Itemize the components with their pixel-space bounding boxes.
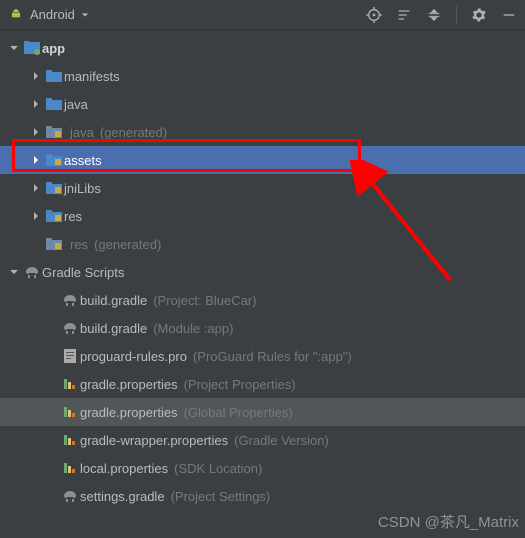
- node-label: build.gradle: [80, 321, 147, 336]
- sort-icon[interactable]: [396, 7, 412, 23]
- node-label: Gradle Scripts: [42, 265, 124, 280]
- properties-icon: [60, 405, 80, 419]
- view-dropdown[interactable]: Android: [8, 7, 89, 22]
- node-suffix: (ProGuard Rules for ":app"): [193, 349, 352, 364]
- minimize-icon[interactable]: [501, 7, 517, 23]
- view-label: Android: [30, 7, 75, 22]
- node-label: assets: [64, 153, 102, 168]
- tree-node-proguard[interactable]: proguard-rules.pro (ProGuard Rules for "…: [0, 342, 525, 370]
- module-icon: [22, 41, 42, 55]
- tree-node-properties[interactable]: gradle-wrapper.properties (Gradle Versio…: [0, 426, 525, 454]
- node-suffix: (Project Properties): [184, 377, 296, 392]
- gradle-icon: [60, 321, 80, 335]
- source-folder-icon: [44, 98, 64, 110]
- assets-folder-icon: [44, 154, 64, 166]
- node-label: manifests: [64, 69, 120, 84]
- node-label: gradle.properties: [80, 377, 178, 392]
- tree-node-gradle-scripts[interactable]: Gradle Scripts: [0, 258, 525, 286]
- node-suffix: (Module :app): [153, 321, 233, 336]
- tree-node-res[interactable]: res: [0, 202, 525, 230]
- node-label: jniLibs: [64, 181, 101, 196]
- gradle-icon: [60, 489, 80, 503]
- tree-node-res-generated[interactable]: res (generated): [0, 230, 525, 258]
- properties-icon: [60, 377, 80, 391]
- node-label: build.gradle: [80, 293, 147, 308]
- android-icon: [8, 8, 24, 22]
- node-label: settings.gradle: [80, 489, 165, 504]
- tree-node-java-generated[interactable]: java (generated): [0, 118, 525, 146]
- tree-node-manifests[interactable]: manifests: [0, 62, 525, 90]
- gradle-icon: [60, 293, 80, 307]
- node-label: gradle-wrapper.properties: [80, 433, 228, 448]
- node-label: app: [42, 41, 65, 56]
- node-suffix: (Project: BlueCar): [153, 293, 256, 308]
- tree-node-app[interactable]: app: [0, 34, 525, 62]
- watermark: CSDN @茶凡_Matrix: [378, 511, 519, 532]
- tree-node-properties[interactable]: gradle.properties (Project Properties): [0, 370, 525, 398]
- res-folder-icon: [44, 210, 64, 222]
- collapse-all-icon[interactable]: [426, 7, 442, 23]
- node-label: gradle.properties: [80, 405, 178, 420]
- node-label: java: [64, 97, 88, 112]
- gradle-icon: [22, 265, 42, 279]
- node-label: java: [70, 125, 94, 140]
- jni-folder-icon: [44, 182, 64, 194]
- node-label: res: [64, 209, 82, 224]
- node-suffix: (SDK Location): [174, 461, 262, 476]
- node-label: res: [70, 237, 88, 252]
- node-suffix: (Gradle Version): [234, 433, 329, 448]
- tree-node-java[interactable]: java: [0, 90, 525, 118]
- node-suffix: (generated): [100, 125, 167, 140]
- properties-icon: [60, 433, 80, 447]
- project-tree: app manifests java java (generated) asse…: [0, 30, 525, 514]
- tree-node-properties[interactable]: local.properties (SDK Location): [0, 454, 525, 482]
- gear-icon[interactable]: [471, 7, 487, 23]
- node-suffix: (Global Properties): [184, 405, 293, 420]
- file-icon: [60, 348, 80, 364]
- folder-icon: [44, 70, 64, 82]
- target-icon[interactable]: [366, 7, 382, 23]
- tree-node-gradle-file[interactable]: build.gradle (Project: BlueCar): [0, 286, 525, 314]
- tree-node-properties[interactable]: gradle.properties (Global Properties): [0, 398, 525, 426]
- node-label: local.properties: [80, 461, 168, 476]
- node-suffix: (Project Settings): [171, 489, 271, 504]
- tree-node-jnilibs[interactable]: jniLibs: [0, 174, 525, 202]
- node-suffix: (generated): [94, 237, 161, 252]
- project-toolbar: Android: [0, 0, 525, 30]
- tree-node-assets[interactable]: assets: [0, 146, 525, 174]
- gen-folder-icon: [44, 126, 64, 138]
- tree-node-gradle-file[interactable]: build.gradle (Module :app): [0, 314, 525, 342]
- tree-node-gradle-file[interactable]: settings.gradle (Project Settings): [0, 482, 525, 510]
- node-label: proguard-rules.pro: [80, 349, 187, 364]
- gen-res-folder-icon: [44, 238, 64, 250]
- chevron-down-icon: [81, 11, 89, 19]
- properties-icon: [60, 461, 80, 475]
